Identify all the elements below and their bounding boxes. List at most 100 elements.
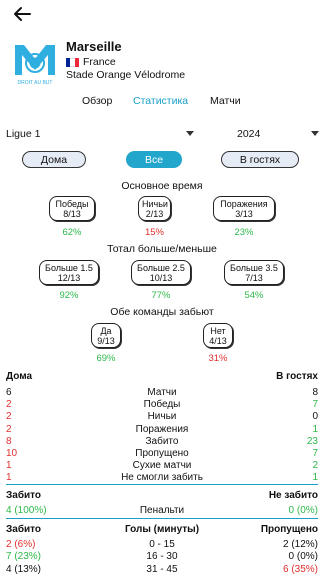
- logo-text: DROIT AU BUT: [18, 80, 53, 86]
- table-row: 6 Матчи 8: [6, 387, 318, 399]
- away-value: 7: [312, 399, 318, 411]
- conceded-value: 0 (0%): [288, 551, 318, 563]
- table-row: 10 Пропущено 7: [6, 448, 318, 460]
- tab-bar: Обзор Статистика Матчи: [0, 95, 324, 109]
- conceded-value: 6 (35%): [282, 563, 318, 575]
- stat-label: Больше 1.5: [45, 262, 93, 273]
- stat-name: Пропущено: [135, 448, 189, 459]
- home-away-header: Дома В гостях: [6, 371, 318, 383]
- minute-range: 0 - 15: [149, 539, 175, 550]
- stat-box-over-2-5: Больше 2.5 10/13: [131, 260, 191, 285]
- table-row: 2 Ничьи 0: [6, 411, 318, 423]
- stat-value: 4/13: [209, 335, 227, 346]
- stat-box-losses: Поражения 3/13: [213, 196, 275, 221]
- stat-pct-btts-yes: 69%: [96, 353, 116, 364]
- table-row: 2 Победы 7: [6, 399, 318, 411]
- stat-value: 3/13: [235, 208, 253, 219]
- divider: [6, 484, 318, 485]
- penalty-missed: 0 (0%): [288, 505, 318, 516]
- stat-label: Да: [100, 325, 112, 336]
- league-select[interactable]: Ligue 1: [6, 128, 40, 140]
- stat-value: 9/13: [97, 335, 115, 346]
- season-chevron-down-icon[interactable]: [311, 131, 319, 136]
- league-chevron-down-icon[interactable]: [186, 131, 194, 136]
- home-header: Дома: [6, 371, 33, 382]
- stat-label: Поражения: [220, 198, 268, 209]
- stat-name: Матчи: [147, 387, 177, 398]
- section-btts-title: Обе команды забьют: [110, 306, 214, 318]
- away-value: 7: [312, 448, 318, 459]
- country: France: [66, 56, 116, 68]
- stat-box-wins: Победы 8/13: [49, 196, 95, 221]
- stat-pct-btts-no: 31%: [208, 353, 228, 364]
- stat-box-over-3-5: Больше 3.5 7/13: [224, 260, 284, 285]
- away-value: 0: [312, 411, 318, 423]
- away-value: 1: [312, 472, 318, 484]
- stat-name: Не смогли забить: [121, 472, 203, 484]
- country-name: France: [83, 56, 116, 68]
- minute-range: 31 - 45: [146, 563, 178, 575]
- pill-home[interactable]: Дома: [22, 151, 86, 168]
- stadium-name: Stade Orange Vélodrome: [66, 69, 186, 81]
- stat-label: Больше 3.5: [230, 262, 278, 273]
- pill-away[interactable]: В гостях: [221, 151, 299, 168]
- section-main-time-title: Основное время: [121, 180, 203, 192]
- table-row: 4 (13%) 31 - 45 6 (35%): [6, 564, 318, 576]
- away-value: 23: [306, 435, 318, 447]
- penalty-row: 4 (100%) Пенальти 0 (0%): [6, 505, 318, 517]
- pill-all[interactable]: Все: [126, 151, 182, 168]
- away-value: 8: [312, 387, 318, 398]
- france-flag-icon: [66, 57, 79, 67]
- section-total-title: Тотал больше/меньше: [107, 243, 217, 255]
- stat-value: 12/13: [57, 272, 81, 283]
- table-row: 7 (23%) 16 - 30 0 (0%): [6, 551, 318, 563]
- stat-value: 8/13: [63, 208, 81, 219]
- away-value: 1: [312, 423, 318, 435]
- tab-overview[interactable]: Обзор: [82, 95, 112, 107]
- stat-pct-over-2-5: 77%: [151, 290, 171, 301]
- penalty-scored-header: Забито: [6, 490, 42, 501]
- stat-pct-wins: 62%: [62, 227, 82, 238]
- goals-conceded-header: Пропущено: [260, 524, 318, 535]
- conceded-value: 2 (12%): [282, 539, 318, 550]
- stat-label: Ничьи: [142, 198, 168, 209]
- penalty-missed-header: Не забито: [268, 490, 318, 501]
- table-row: 2 (6%) 0 - 15 2 (12%): [6, 539, 318, 551]
- goals-minute-header: Забито Голы (минуты) Пропущено: [6, 524, 318, 536]
- penalty-header: Забито Не забито: [6, 490, 318, 502]
- stat-box-btts-yes: Да 9/13: [91, 323, 121, 348]
- stat-value: 7/13: [245, 272, 263, 283]
- away-value: 2: [312, 460, 318, 472]
- stat-box-draws: Ничьи 2/13: [138, 196, 171, 221]
- away-header: В гостях: [276, 371, 318, 382]
- stat-label: Нет: [210, 325, 226, 336]
- stat-box-over-1-5: Больше 1.5 12/13: [39, 260, 99, 285]
- table-row: 2 Поражения 1: [6, 424, 318, 436]
- stat-box-btts-no: Нет 4/13: [203, 323, 233, 348]
- team-name: Marseille: [66, 39, 122, 54]
- stat-value: 2/13: [145, 208, 164, 219]
- stat-label: Победы: [55, 198, 89, 209]
- stat-name: Поражения: [135, 423, 189, 435]
- stat-pct-losses: 23%: [234, 227, 254, 238]
- stat-name: Сухие матчи: [132, 460, 192, 472]
- table-row: 1 Сухие матчи 2: [6, 460, 318, 472]
- stat-pct-over-3-5: 54%: [244, 290, 264, 301]
- team-logo: DROIT AU BUT: [15, 45, 55, 86]
- tab-statistics[interactable]: Статистика: [133, 95, 188, 107]
- divider: [6, 518, 318, 519]
- stat-name: Победы: [143, 399, 181, 411]
- season-select[interactable]: 2024: [237, 128, 260, 140]
- tab-matches[interactable]: Матчи: [210, 95, 241, 107]
- stat-label: Больше 2.5: [137, 262, 185, 273]
- stat-value: 10/13: [149, 272, 173, 283]
- minute-range: 16 - 30: [146, 551, 178, 563]
- stat-pct-over-1-5: 92%: [59, 290, 79, 301]
- arrow-left-icon[interactable]: [12, 6, 32, 22]
- stat-name: Ничьи: [147, 411, 177, 423]
- stat-name: Забито: [145, 435, 179, 447]
- table-row: 1 Не смогли забить 1: [6, 472, 318, 484]
- table-row: 8 Забито 23: [6, 436, 318, 448]
- penalty-label: Пенальти: [139, 505, 185, 516]
- stat-pct-draws: 15%: [144, 227, 164, 238]
